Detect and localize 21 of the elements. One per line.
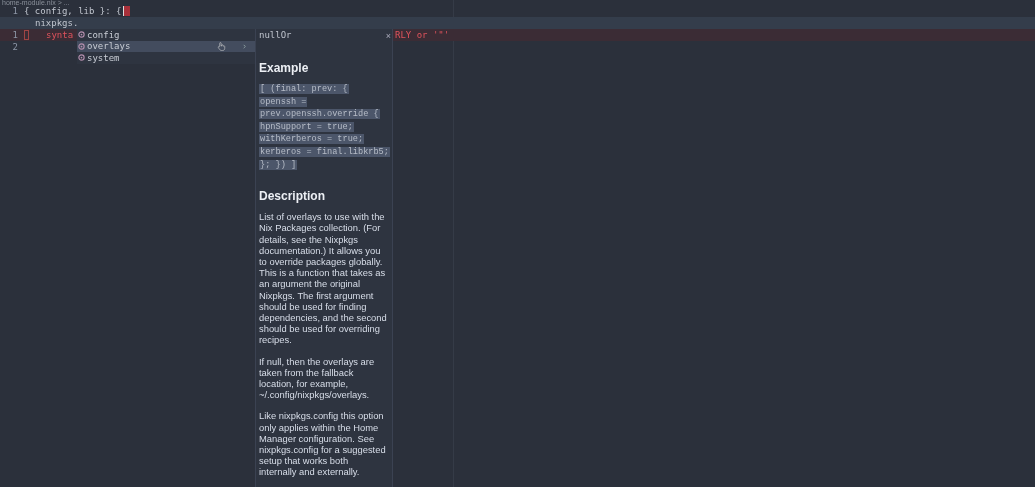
completion-item[interactable]: system [77,52,255,64]
hand-cursor-icon [217,41,226,51]
code-text: nixpkgs. [34,17,79,29]
line-number: 1 [11,5,19,17]
code-text: synta [45,29,74,41]
text-cursor [122,6,130,16]
matching-brace [24,30,29,40]
line-number: 1 [11,29,19,41]
line-number: 2 [11,41,19,53]
close-button[interactable]: × [384,31,392,41]
section-heading: Description [259,189,326,204]
section-heading: Example [259,61,310,75]
code-text: { config, lib }: { [24,5,122,17]
type-signature: nullOr [259,30,292,42]
error-message: RLY or '"' [395,29,450,41]
description-paragraph: Like nixpkgs.config this option only applies within the Home Manager configuration. See nixpkgs.config for a suggested setup that works both internally and externally. [259,410,387,478]
chevron-right-icon [242,43,247,49]
description-paragraph: List of overlays to use with the Nix Packages collection. (For details, see the Nixpkgs documentation.) It allows you to override packages globally. This is a function that takes as an argument the original Nixpkgs. The first argument should be used for finding dependencies, and the second should be used for overriding recipes. [259,211,388,346]
completion-item[interactable]: config [77,29,255,41]
description-paragraph: If null, then the overlays are taken from the fallback location, for example, ~/.config/nixpkgs/overlays. [259,355,376,401]
completion-item[interactable]: overlays [77,40,255,52]
